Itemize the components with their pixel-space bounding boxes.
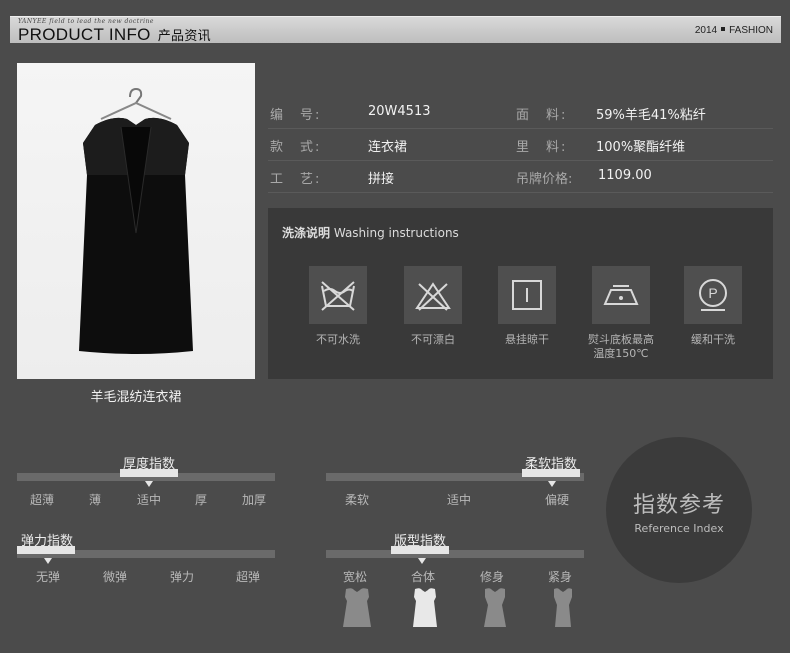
softness-option: 柔软 [344, 493, 370, 507]
reference-index-badge: 指数参考 Reference Index [606, 437, 752, 583]
fabric-label: 面 料: [516, 108, 568, 123]
lining-label: 里 料: [516, 140, 568, 155]
fit-option: 修身 [479, 570, 505, 584]
fit-option: 合体 [410, 570, 436, 584]
wash-item-label: 熨斗底板最高 温度150℃ [576, 333, 666, 361]
info-row: 编 号: 20W4513 面 料: 59%羊毛41%粘纤 [268, 97, 773, 129]
elasticity-title: 弹力指数 [20, 534, 73, 549]
thickness-title: 厚度指数 [122, 457, 175, 472]
fit-title: 版型指数 [393, 534, 446, 549]
wash-item-no-wash: 不可水洗 [293, 266, 383, 347]
title-cn: 产品资讯 [157, 28, 211, 43]
thickness-option: 加厚 [241, 493, 267, 507]
product-photo [17, 63, 255, 379]
elasticity-option: 超弹 [235, 570, 261, 584]
softness-index: 柔软指数 柔软 适中 偏硬 [326, 457, 584, 521]
product-info-table: 编 号: 20W4513 面 料: 59%羊毛41%粘纤 款 式: 连衣裙 里 … [268, 97, 773, 193]
slim-fit-icon [484, 588, 506, 627]
info-row: 款 式: 连衣裙 里 料: 100%聚酯纤维 [268, 129, 773, 161]
softness-marker-icon [548, 481, 556, 487]
regular-fit-icon [413, 588, 437, 627]
price-label: 吊牌价格: [516, 172, 573, 187]
thickness-marker-icon [145, 481, 153, 487]
header-section: FASHION [729, 25, 773, 36]
elasticity-option: 无弹 [35, 570, 61, 584]
iron-icon [592, 266, 650, 324]
wash-item-iron: 熨斗底板最高 温度150℃ [576, 266, 666, 361]
elasticity-index: 弹力指数 无弹 微弹 弹力 超弹 [17, 534, 275, 598]
washing-title: 洗涤说明 Washing instructions [282, 224, 459, 241]
wash-item-label: 不可漂白 [411, 333, 455, 346]
thickness-option: 薄 [88, 493, 102, 507]
fabric-value: 59%羊毛41%粘纤 [596, 108, 706, 123]
elasticity-option: 弹力 [169, 570, 195, 584]
tight-fit-icon [554, 588, 572, 627]
wash-item-label: 悬挂晾干 [505, 333, 549, 346]
code-label: 编 号: [270, 108, 322, 123]
iron-label-line2: 温度150℃ [593, 347, 649, 360]
hang-dry-icon [498, 266, 556, 324]
header-bar: YANYEE field to lead the new doctrine PR… [10, 16, 781, 45]
wash-item-hang-dry: 悬挂晾干 [482, 266, 572, 347]
elasticity-option: 微弹 [102, 570, 128, 584]
no-bleach-icon [404, 266, 462, 324]
style-label: 款 式: [270, 140, 322, 155]
softness-option: 偏硬 [544, 493, 570, 507]
no-wash-icon [309, 266, 367, 324]
wash-item-label: 缓和干洗 [691, 333, 735, 346]
reference-cn: 指数参考 [632, 493, 725, 518]
fit-marker-icon [418, 558, 426, 564]
thickness-option: 厚 [194, 493, 208, 507]
softness-option: 适中 [446, 493, 472, 507]
elasticity-marker-icon [44, 558, 52, 564]
softness-title: 柔软指数 [524, 457, 577, 472]
reference-en: Reference Index [634, 522, 724, 535]
wash-item-dry-clean: P 缓和干洗 [668, 266, 758, 347]
price-value: 1109.00 [598, 168, 652, 183]
header-tagline: YANYEE field to lead the new doctrine [18, 18, 154, 25]
svg-text:P: P [708, 285, 717, 301]
page-title: PRODUCT INFO 产品资讯 [18, 25, 211, 45]
wash-item-no-bleach: 不可漂白 [388, 266, 478, 347]
loose-fit-icon [343, 588, 371, 627]
thickness-option: 超薄 [29, 493, 55, 507]
header-year: 2014 [694, 25, 718, 36]
washing-panel: 洗涤说明 Washing instructions 不可水洗 不可漂白 悬挂晾干… [268, 208, 773, 379]
craft-value: 拼接 [368, 172, 395, 187]
thickness-index: 厚度指数 超薄 薄 适中 厚 加厚 [17, 457, 275, 521]
wash-item-label: 不可水洗 [316, 333, 360, 346]
product-caption: 羊毛混纺连衣裙 [90, 390, 182, 405]
fit-option: 紧身 [547, 570, 573, 584]
washing-title-cn: 洗涤说明 [282, 226, 331, 240]
title-en: PRODUCT INFO [18, 25, 151, 44]
craft-label: 工 艺: [270, 172, 322, 187]
header-right: 2014 FASHION [695, 25, 773, 36]
code-value: 20W4513 [368, 104, 431, 119]
style-value: 连衣裙 [368, 140, 408, 155]
dry-clean-icon: P [684, 266, 742, 324]
thickness-option: 适中 [136, 493, 162, 507]
lining-value: 100%聚酯纤维 [596, 140, 686, 155]
fit-option: 宽松 [342, 570, 368, 584]
info-row: 工 艺: 拼接 吊牌价格: 1109.00 [268, 161, 773, 193]
iron-label-line1: 熨斗底板最高 [588, 333, 654, 346]
fit-track [326, 550, 584, 558]
dot-icon [721, 27, 726, 32]
dress-image [79, 87, 193, 354]
washing-title-en: Washing instructions [333, 226, 459, 240]
